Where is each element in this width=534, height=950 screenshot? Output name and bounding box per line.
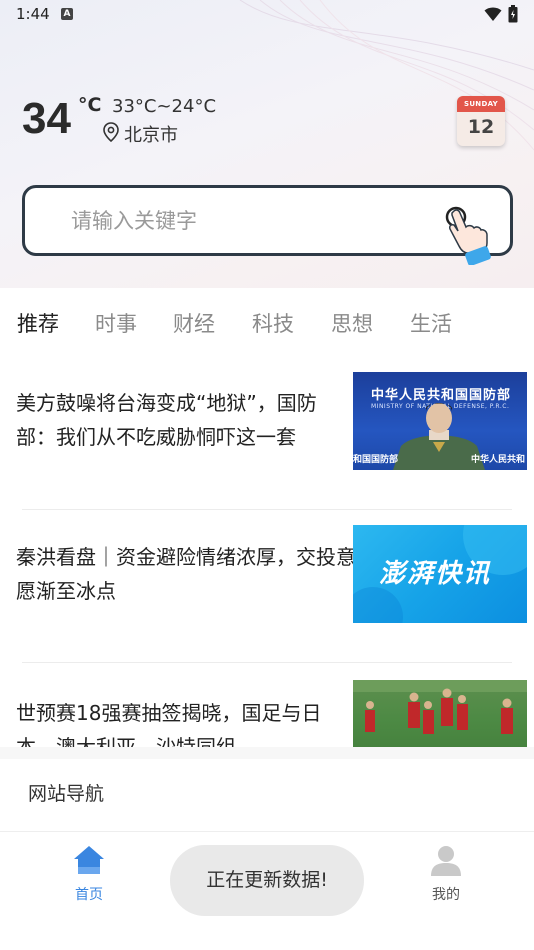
thumb-brand-text: 澎湃快讯 [379,559,492,589]
thumb-caption-right: 中华人民共和 [471,455,526,465]
calendar-day: 12 [467,116,495,138]
search-box[interactable] [22,185,513,256]
site-nav-row[interactable]: 网站导航 [0,759,534,831]
location-pin-icon [103,122,119,142]
battery-icon [508,5,518,23]
home-icon [74,846,104,874]
divider [22,662,512,663]
nav-home[interactable]: 首页 [66,844,112,904]
soccer-players-image [353,680,527,734]
divider [22,509,512,510]
tab-finance[interactable]: 财经 [173,308,215,338]
site-nav-panel: 网站导航 [0,747,534,831]
hand-pointer-icon[interactable] [442,199,492,265]
status-bar: 1:44 A [0,0,534,28]
toast-message: 正在更新数据! [170,845,364,916]
news-item[interactable]: 美方鼓噪将台海变成“地狱”，国防部：我们从不吃威胁恫吓这一套 中华人民共和国国防… [0,372,534,492]
nav-profile-label: 我的 [432,887,460,903]
thumb-caption-left: 和国国防部 [353,455,399,465]
temperature-unit: °C [78,94,102,116]
news-item[interactable]: 世预赛18强赛抽签揭晓，国足与日本、澳大利亚、沙特同组 [0,680,534,747]
nav-profile[interactable]: 我的 [423,844,469,904]
calendar-weekday: SUNDAY [457,96,505,112]
tab-life[interactable]: 生活 [410,308,452,338]
news-title[interactable]: 秦洪看盘｜资金避险情绪浓厚，交投意愿渐至冰点 [16,540,356,608]
news-title[interactable]: 美方鼓噪将台海变成“地狱”，国防部：我们从不吃威胁恫吓这一套 [16,386,356,454]
news-thumbnail[interactable]: 中华人民共和国国防部 MINISTRY OF NATIONAL DEFENSE,… [353,372,527,470]
news-title[interactable]: 世预赛18强赛抽签揭晓，国足与日本、澳大利亚、沙特同组 [16,696,356,747]
tab-current-affairs[interactable]: 时事 [95,308,137,338]
news-thumbnail[interactable] [353,680,527,747]
news-thumbnail[interactable]: 澎湃快讯 [353,525,527,623]
wifi-icon [484,7,502,21]
calendar-icon[interactable]: SUNDAY 12 [457,96,505,146]
temperature: 34 [22,94,71,143]
site-nav-label[interactable]: 网站导航 [28,779,104,806]
user-icon [431,846,461,876]
tab-recommend[interactable]: 推荐 [17,308,59,338]
news-item[interactable]: 秦洪看盘｜资金避险情绪浓厚，交投意愿渐至冰点 澎湃快讯 [0,525,534,645]
city-name[interactable]: 北京市 [124,121,178,147]
a-badge-icon: A [61,8,73,20]
nav-home-label: 首页 [75,887,103,903]
category-tabs: 推荐 时事 财经 科技 思想 生活 [0,288,534,358]
tab-thought[interactable]: 思想 [331,308,373,338]
status-time: 1:44 [16,5,50,23]
search-input[interactable] [71,206,431,236]
tab-technology[interactable]: 科技 [252,308,294,338]
temperature-range: 33°C~24°C [112,96,217,117]
